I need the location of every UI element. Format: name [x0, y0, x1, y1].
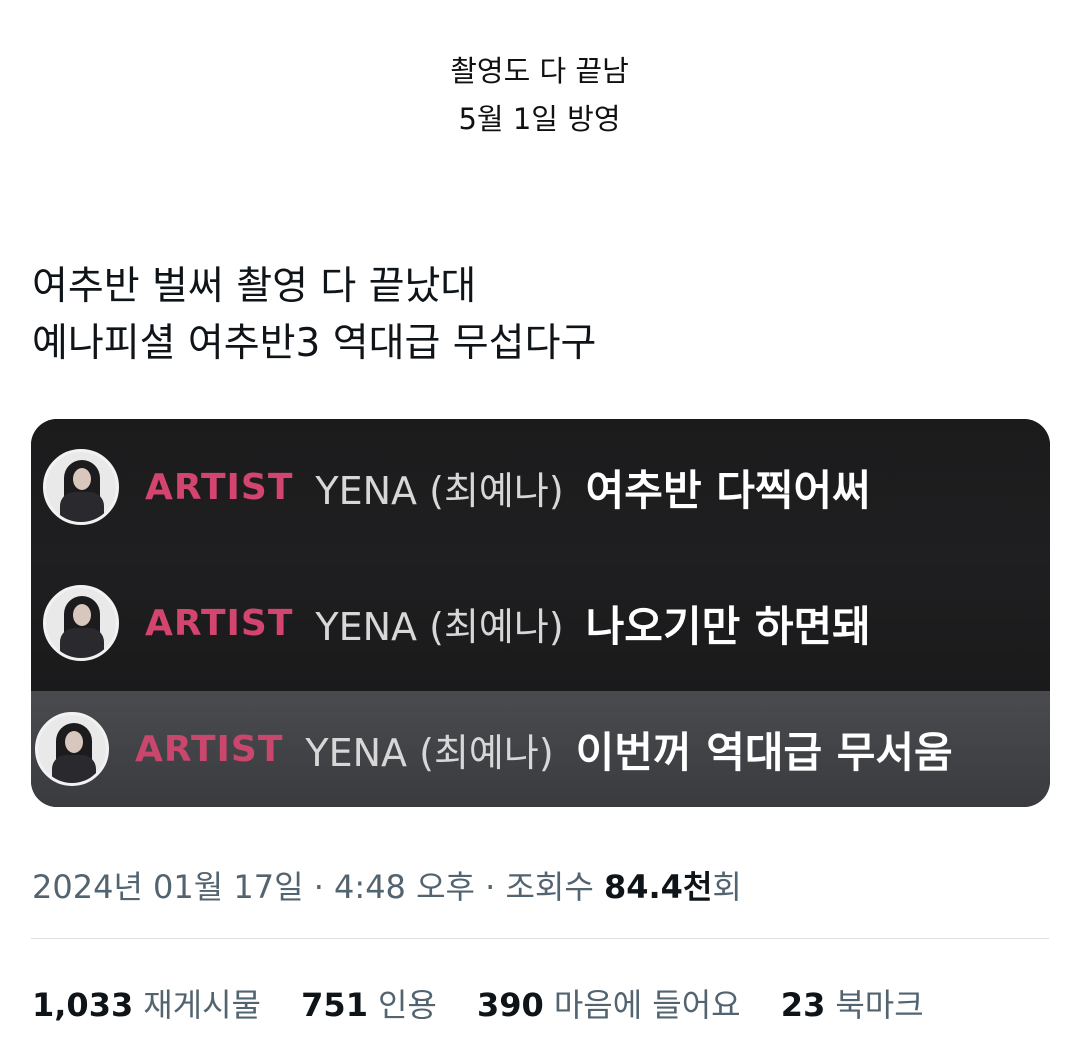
divider [31, 938, 1049, 939]
timestamp[interactable]: 2024년 01월 17일 · 4:48 오후 · 조회수 [32, 868, 604, 906]
tweet-text: 여추반 벌써 촬영 다 끝났대 예나피셜 여추반3 역대급 무섭다구 [32, 258, 1042, 372]
quotes-count: 751 [301, 986, 368, 1024]
artist-tag: ARTIST [135, 728, 284, 770]
chat-message-text: 이번꺼 역대급 무서움 [575, 727, 953, 777]
bookmarks-label: 북마크 [835, 986, 924, 1024]
chat-username: YENA (최예나) [315, 604, 564, 649]
quotes-stat[interactable]: 751 인용 [301, 986, 437, 1024]
caption-line-2: 5월 1일 방영 [458, 102, 621, 136]
tweet-text-line-2: 예나피셜 여추반3 역대급 무섭다구 [32, 321, 597, 366]
profile-photo-icon [35, 712, 109, 786]
view-count-suffix: 회 [712, 868, 742, 906]
artist-tag: ARTIST [145, 466, 294, 508]
view-count: 84.4천 [603, 868, 713, 906]
tweet-meta: 2024년 01월 17일 · 4:48 오후 · 조회수 84.4천회 [32, 862, 742, 908]
engagement-stats: 1,033 재게시물 751 인용 390 마음에 들어요 23 북마크 [32, 980, 954, 1026]
bookmarks-stat[interactable]: 23 북마크 [781, 986, 924, 1024]
chat-message-text: 나오기만 하면돼 [585, 601, 871, 651]
caption-line-1: 촬영도 다 끝남 [450, 54, 629, 88]
bookmarks-count: 23 [780, 986, 826, 1024]
tweet-media-image[interactable]: ARTIST YENA (최예나) 여추반 다찍어써 ARTIST YENA (… [31, 419, 1050, 807]
chat-username: YENA (최예나) [315, 468, 564, 513]
profile-photo-icon [43, 449, 119, 525]
chat-message: ARTIST YENA (최예나) 나오기만 하면돼 [31, 555, 1050, 691]
chat-username: YENA (최예나) [305, 730, 554, 775]
chat-message: ARTIST YENA (최예나) 여추반 다찍어써 [31, 419, 1050, 555]
likes-label: 마음에 들어요 [553, 986, 741, 1024]
reposts-stat[interactable]: 1,033 재게시물 [32, 986, 261, 1024]
likes-count: 390 [477, 986, 544, 1024]
quotes-label: 인용 [377, 986, 437, 1024]
artist-tag: ARTIST [145, 602, 294, 644]
chat-message-text: 여추반 다찍어써 [585, 465, 871, 515]
reposts-label: 재게시물 [143, 986, 261, 1024]
reposts-count: 1,033 [32, 986, 134, 1024]
chat-message-highlighted: ARTIST YENA (최예나) 이번꺼 역대급 무서움 [31, 691, 1050, 807]
likes-stat[interactable]: 390 마음에 들어요 [477, 986, 741, 1024]
tweet-text-line-1: 여추반 벌써 촬영 다 끝났대 [32, 264, 477, 309]
profile-photo-icon [43, 585, 119, 661]
